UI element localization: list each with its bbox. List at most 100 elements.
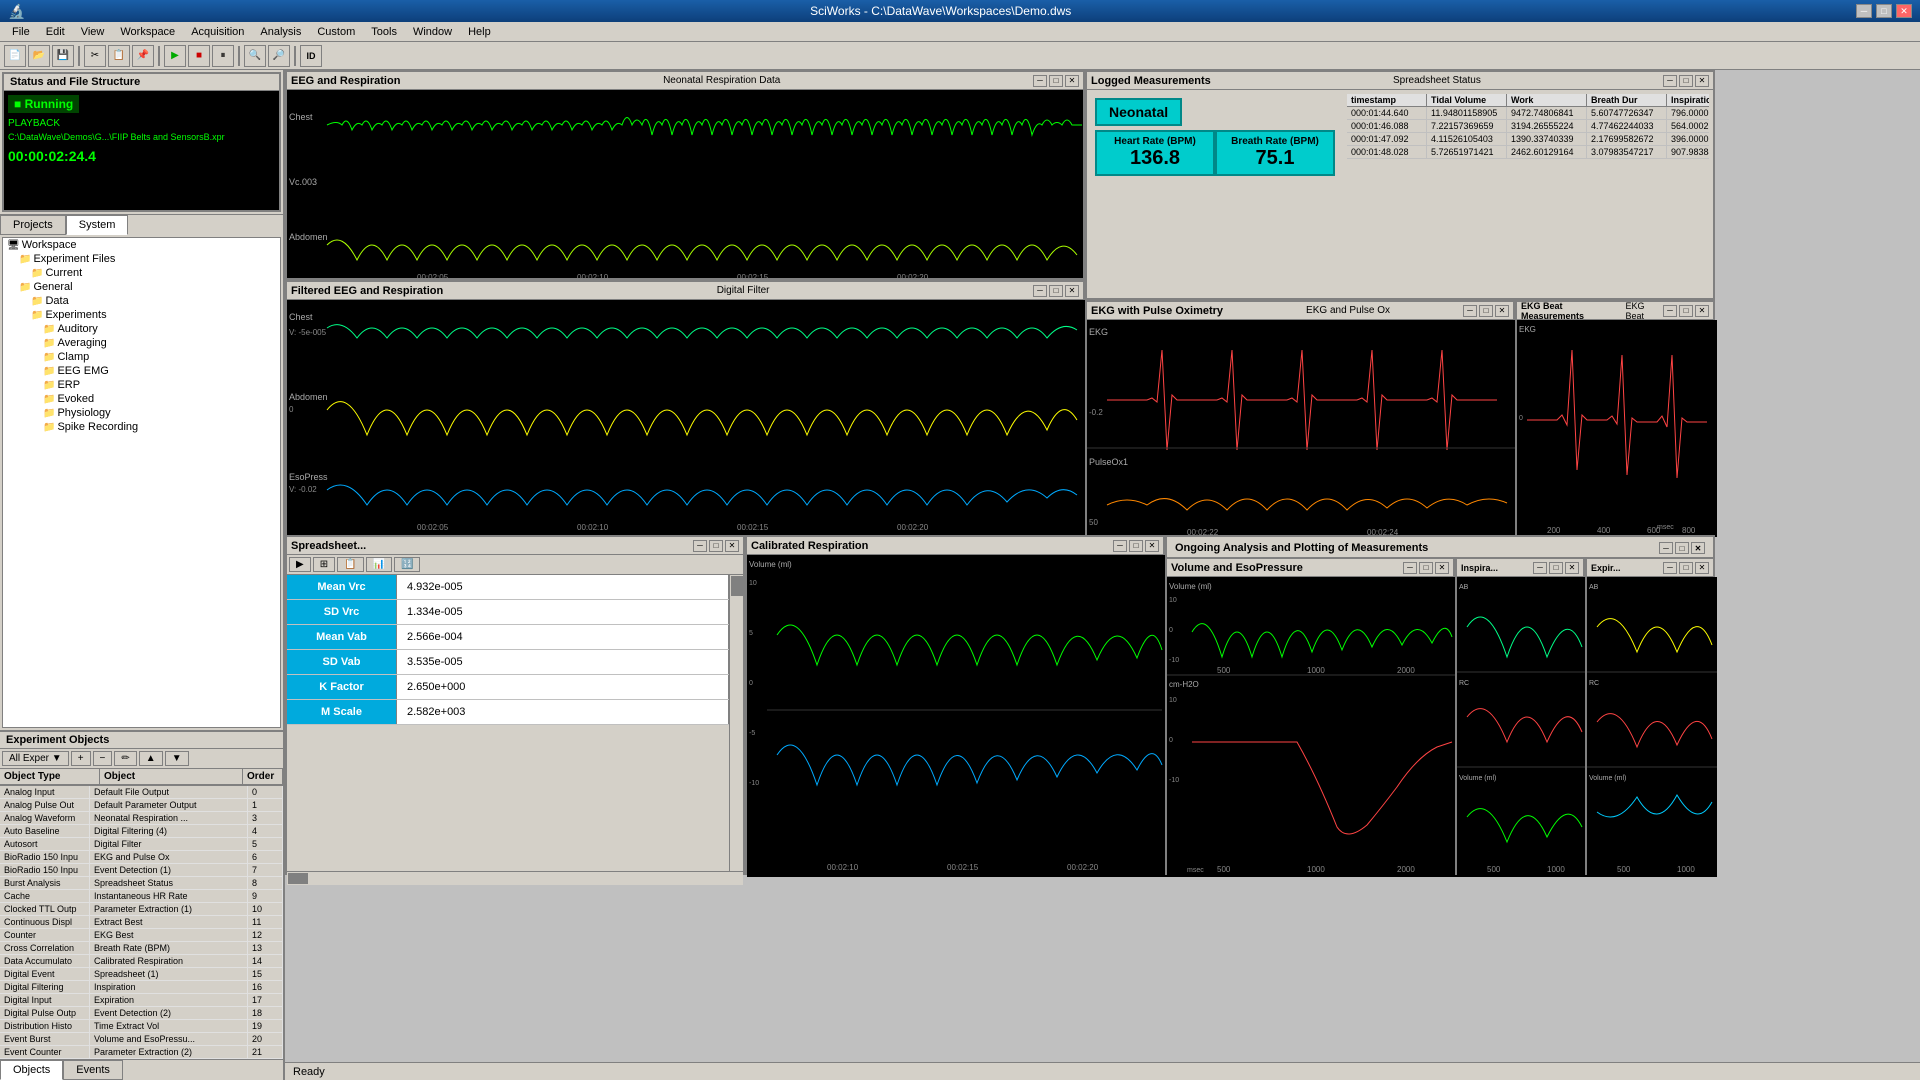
menu-analysis[interactable]: Analysis — [252, 24, 309, 40]
tab-system[interactable]: System — [66, 215, 129, 235]
cal-close[interactable]: ✕ — [1145, 540, 1159, 552]
list-item[interactable]: CacheInstantaneous HR Rate9 — [0, 890, 283, 903]
stop-button[interactable]: ■ — [188, 45, 210, 67]
ss-scrollbar[interactable] — [729, 575, 743, 871]
menu-window[interactable]: Window — [405, 24, 460, 40]
copy-button[interactable]: 📋 — [108, 45, 130, 67]
ss-btn4[interactable]: 📊 — [366, 557, 392, 572]
tab-objects[interactable]: Objects — [0, 1060, 63, 1080]
ss-close[interactable]: ✕ — [725, 540, 739, 552]
eeg-minimize[interactable]: ─ — [1033, 75, 1047, 87]
tree-current[interactable]: 📁Current — [3, 266, 280, 280]
cal-minimize[interactable]: ─ — [1113, 540, 1127, 552]
tree-experiment-files[interactable]: 📁Experiment Files — [3, 252, 280, 266]
list-item[interactable]: Data AccumulatoCalibrated Respiration14 — [0, 955, 283, 968]
tree-experiments[interactable]: 📁Experiments — [3, 308, 280, 322]
list-item[interactable]: Continuous DisplExtract Best11 — [0, 916, 283, 929]
tree-physiology[interactable]: 📁Physiology — [3, 406, 280, 420]
exp-w-close[interactable]: ✕ — [1695, 562, 1709, 574]
list-item[interactable]: Burst AnalysisSpreadsheet Status8 — [0, 877, 283, 890]
play-button[interactable]: ▶ — [164, 45, 186, 67]
tree-averaging[interactable]: 📁Averaging — [3, 336, 280, 350]
exp-add-button[interactable]: + — [71, 751, 91, 766]
list-item[interactable]: Distribution HistoTime Extract Vol19 — [0, 1020, 283, 1033]
menu-workspace[interactable]: Workspace — [112, 24, 183, 40]
list-item[interactable]: Analog InputDefault File Output0 — [0, 786, 283, 799]
menu-view[interactable]: View — [73, 24, 113, 40]
vol-maximize[interactable]: □ — [1419, 562, 1433, 574]
logged-minimize[interactable]: ─ — [1663, 75, 1677, 87]
pause-button[interactable]: ⏸ — [212, 45, 234, 67]
insp-minimize[interactable]: ─ — [1533, 562, 1547, 574]
ss-btn3[interactable]: 📋 — [337, 557, 363, 572]
eeg-maximize[interactable]: □ — [1049, 75, 1063, 87]
menu-help[interactable]: Help — [460, 24, 499, 40]
ongoing-minimize[interactable]: ─ — [1659, 542, 1673, 554]
ongoing-close[interactable]: ✕ — [1691, 542, 1705, 554]
exp-up-button[interactable]: ▲ — [139, 751, 163, 766]
close-button[interactable]: ✕ — [1896, 4, 1912, 18]
zoom-in-button[interactable]: 🔍 — [244, 45, 266, 67]
exp-filter-dropdown[interactable]: All Exper ▼ — [2, 751, 69, 766]
exp-w-minimize[interactable]: ─ — [1663, 562, 1677, 574]
eeg-close[interactable]: ✕ — [1065, 75, 1079, 87]
id-button[interactable]: ID — [300, 45, 322, 67]
list-item[interactable]: Digital InputExpiration17 — [0, 994, 283, 1007]
cal-maximize[interactable]: □ — [1129, 540, 1143, 552]
tree-auditory[interactable]: 📁Auditory — [3, 322, 280, 336]
menu-acquisition[interactable]: Acquisition — [183, 24, 252, 40]
ekg-close[interactable]: ✕ — [1495, 305, 1509, 317]
open-button[interactable]: 📂 — [28, 45, 50, 67]
insp-close[interactable]: ✕ — [1565, 562, 1579, 574]
logged-close[interactable]: ✕ — [1695, 75, 1709, 87]
logged-maximize[interactable]: □ — [1679, 75, 1693, 87]
ongoing-maximize[interactable]: □ — [1675, 542, 1689, 554]
tree-eeg-emg[interactable]: 📁EEG EMG — [3, 364, 280, 378]
list-item[interactable]: Digital EventSpreadsheet (1)15 — [0, 968, 283, 981]
tree-data[interactable]: 📁Data — [3, 294, 280, 308]
menu-tools[interactable]: Tools — [363, 24, 405, 40]
list-item[interactable]: Analog Pulse OutDefault Parameter Output… — [0, 799, 283, 812]
list-item[interactable]: BioRadio 150 InpuEKG and Pulse Ox6 — [0, 851, 283, 864]
list-item[interactable]: Event BurstVolume and EsoPressu...20 — [0, 1033, 283, 1046]
exp-table[interactable]: Analog InputDefault File Output0 Analog … — [0, 786, 283, 1059]
ss-btn2[interactable]: ⊞ — [313, 557, 335, 572]
ekgbeat-minimize[interactable]: ─ — [1663, 305, 1677, 317]
exp-down-button[interactable]: ▼ — [165, 751, 189, 766]
list-item[interactable]: Auto BaselineDigital Filtering (4)4 — [0, 825, 283, 838]
maximize-button[interactable]: □ — [1876, 4, 1892, 18]
file-tree[interactable]: 🖥Workspace 📁Experiment Files 📁Current 📁G… — [2, 237, 281, 728]
ekgbeat-maximize[interactable]: □ — [1679, 305, 1693, 317]
ss-minimize[interactable]: ─ — [693, 540, 707, 552]
list-item[interactable]: Digital Pulse OutpEvent Detection (2)18 — [0, 1007, 283, 1020]
tree-evoked[interactable]: 📁Evoked — [3, 392, 280, 406]
exp-w-maximize[interactable]: □ — [1679, 562, 1693, 574]
ss-maximize[interactable]: □ — [709, 540, 723, 552]
cut-button[interactable]: ✂ — [84, 45, 106, 67]
ss-btn1[interactable]: ▶ — [289, 557, 311, 572]
insp-maximize[interactable]: □ — [1549, 562, 1563, 574]
tree-general[interactable]: 📁General — [3, 280, 280, 294]
vol-close[interactable]: ✕ — [1435, 562, 1449, 574]
ss-hscroll-thumb[interactable] — [288, 873, 308, 884]
ss-hscrollbar[interactable] — [287, 871, 743, 885]
menu-custom[interactable]: Custom — [309, 24, 363, 40]
tree-clamp[interactable]: 📁Clamp — [3, 350, 280, 364]
ekg-maximize[interactable]: □ — [1479, 305, 1493, 317]
exp-delete-button[interactable]: − — [93, 751, 113, 766]
filtered-close[interactable]: ✕ — [1065, 285, 1079, 297]
list-item[interactable]: CounterEKG Best12 — [0, 929, 283, 942]
tree-erp[interactable]: 📁ERP — [3, 378, 280, 392]
paste-button[interactable]: 📌 — [132, 45, 154, 67]
ekgbeat-close[interactable]: ✕ — [1695, 305, 1709, 317]
tree-spike-recording[interactable]: 📁Spike Recording — [3, 420, 280, 434]
list-item[interactable]: BioRadio 150 InpuEvent Detection (1)7 — [0, 864, 283, 877]
list-item[interactable]: Digital FilteringInspiration16 — [0, 981, 283, 994]
vol-minimize[interactable]: ─ — [1403, 562, 1417, 574]
filtered-maximize[interactable]: □ — [1049, 285, 1063, 297]
save-button[interactable]: 💾 — [52, 45, 74, 67]
ss-scroll-thumb[interactable] — [731, 576, 743, 596]
tree-workspace[interactable]: 🖥Workspace — [3, 238, 280, 252]
list-item[interactable]: Cross CorrelationBreath Rate (BPM)13 — [0, 942, 283, 955]
list-item[interactable]: AutosortDigital Filter5 — [0, 838, 283, 851]
